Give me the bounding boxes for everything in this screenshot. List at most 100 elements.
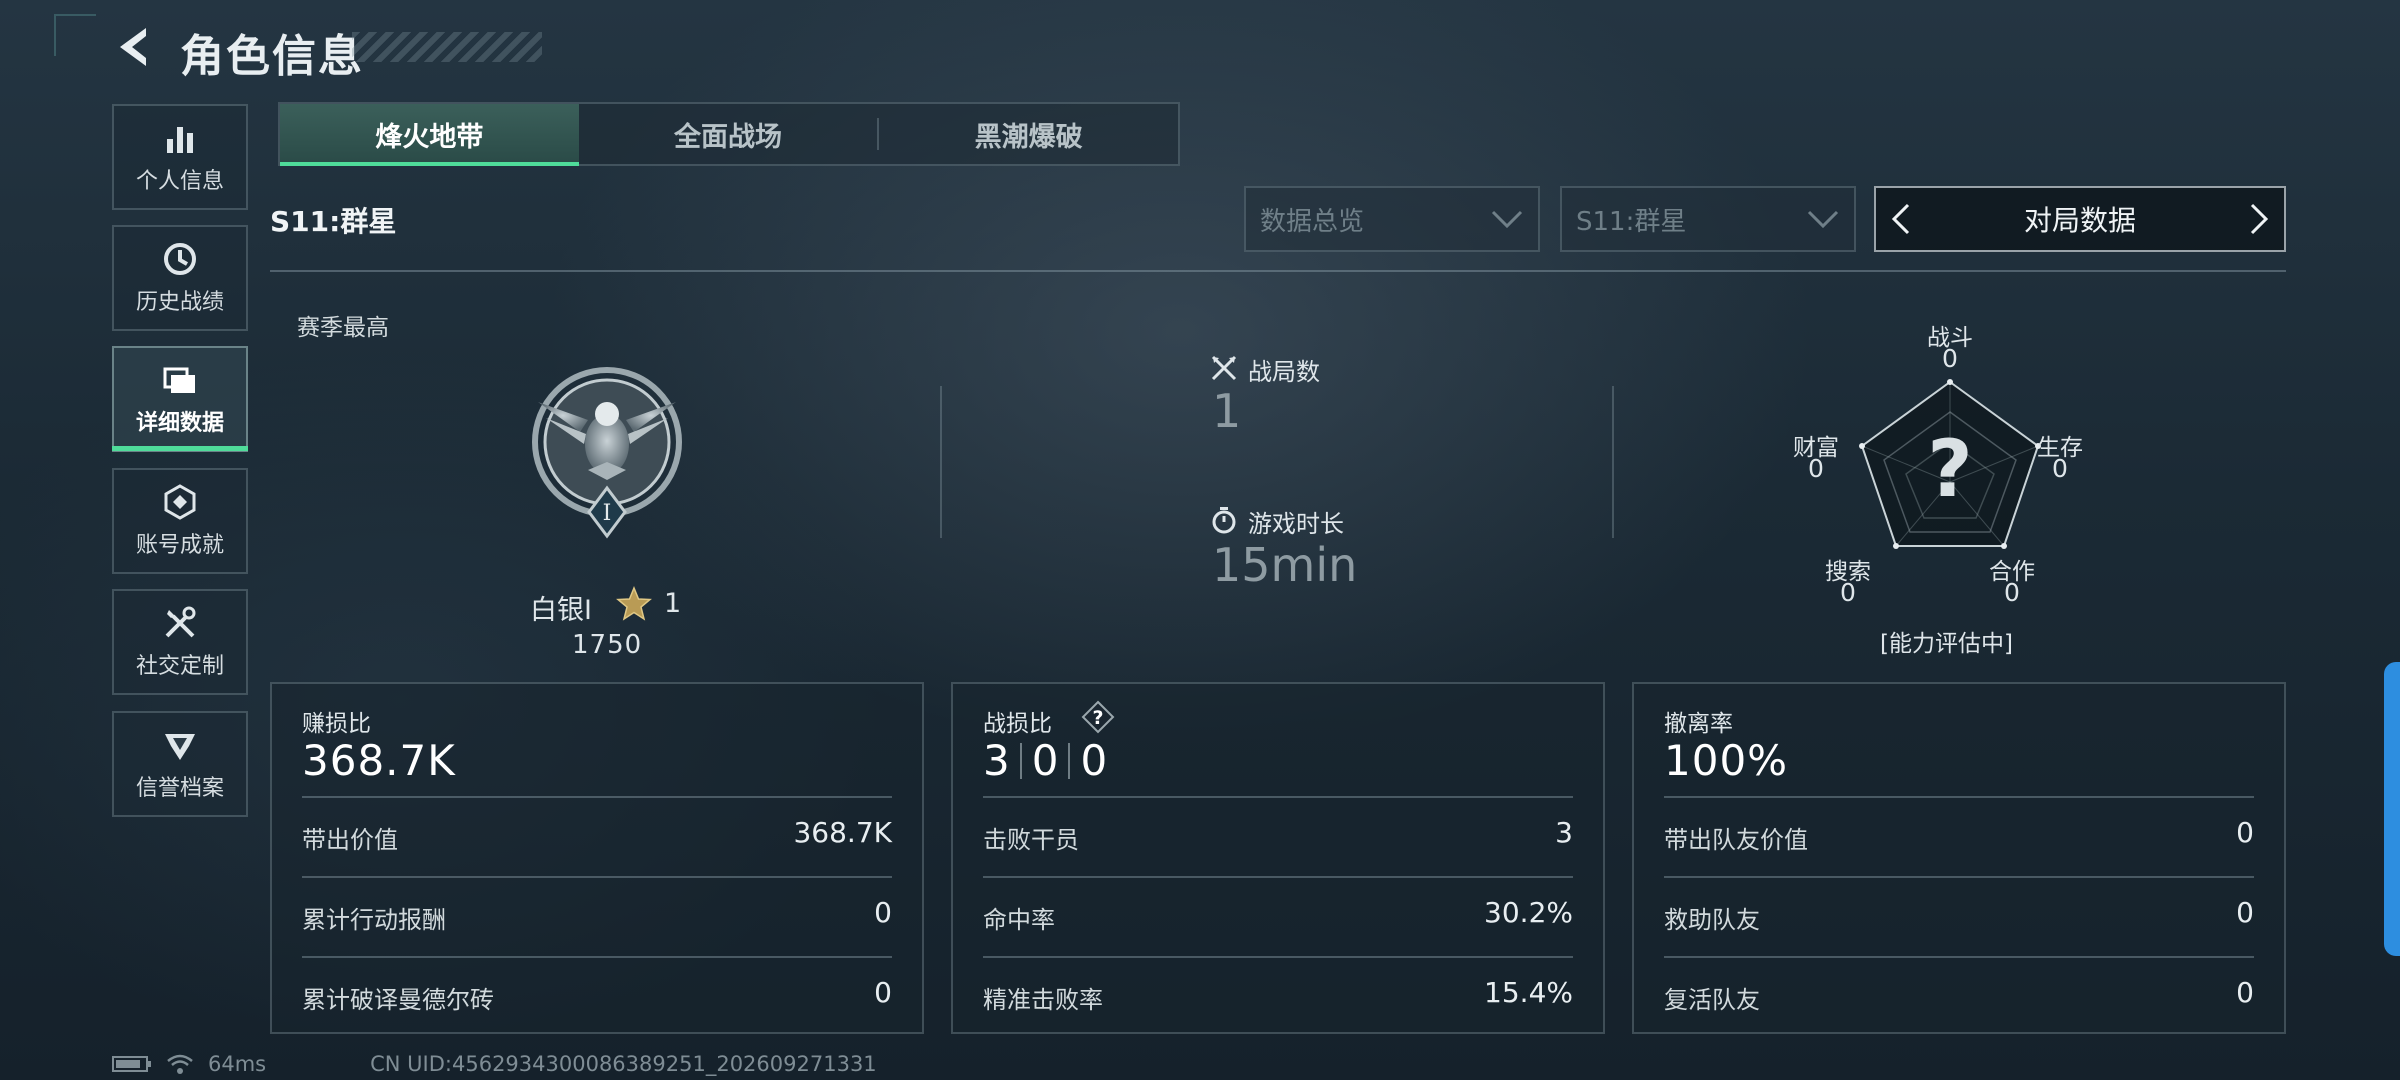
dropdown-value: 数据总览 [1260,206,1365,237]
chevron-right-icon[interactable] [2248,202,2270,236]
overview-dropdown[interactable]: 数据总览 [1244,186,1540,252]
sidebar-item-label: 详细数据 [135,411,224,436]
battery-icon [112,1056,151,1072]
stat-row-label: 带出价值 [302,826,398,854]
tab-fenghuo[interactable]: 烽火地带 [280,104,579,166]
panel-title: 撤离率 [1664,711,1733,737]
kd-assists: 0 [1080,736,1108,785]
chevron-down-icon [1491,210,1523,229]
radar-value-search: 0 [1840,578,1856,607]
help-icon[interactable]: ? [1081,700,1115,734]
stat-row-label: 累计行动报酬 [302,906,446,934]
season-dropdown[interactable]: S11:群星 [1560,186,1856,252]
ability-radar: ? 战斗 0 生存 0 合作 0 搜索 0 财富 0 [1780,312,2120,642]
emblem-icon [165,734,195,760]
sidebar-item-achievements[interactable]: 账号成就 [112,468,248,574]
stat-row-value: 0 [874,976,892,1009]
stat-row-value: 0 [874,896,892,929]
sidebar-item-detail-data[interactable]: 详细数据 [112,346,248,452]
sidebar-active-indicator [112,446,248,451]
tab-black-tide[interactable]: 黑潮爆破 [879,104,1178,164]
season-label: S11:群星 [270,205,397,238]
sidebar-item-label: 个人信息 [135,169,224,194]
panel-main-value: 100% [1664,736,1789,785]
chevron-left-icon[interactable] [1890,202,1912,236]
panel-divider [983,876,1573,878]
sidebar-item-social[interactable]: 社交定制 [112,589,248,695]
section-divider [270,270,2286,272]
stat-row-value: 3 [1555,816,1573,849]
rank-star-count: 1 [664,588,682,619]
stat-row-value: 0 [2236,816,2254,849]
kd-kills: 3 [983,736,1010,785]
data-mode-switch: 对局数据 [1874,186,2286,252]
panel-divider [1664,876,2254,878]
stat-row-label: 带出队友价值 [1664,826,1808,854]
radar-value-cooperation: 0 [2004,578,2020,607]
sidebar-item-personal-info[interactable]: 个人信息 [112,104,248,210]
panel-divider [983,956,1573,958]
achievement-badge-icon [164,484,196,520]
stat-row-label: 命中率 [983,906,1055,934]
radar-status: [能力评估中] [1880,631,2013,657]
stat-row-label: 累计破译曼德尔砖 [302,986,494,1014]
radar-unknown-mark: ? [1927,425,1972,515]
panel-divider [1664,956,2254,958]
sidebar-item-label: 账号成就 [135,533,224,558]
player-uid: CN UID:4562934300086389251_202609271331 [370,1052,877,1076]
star-icon [616,586,652,621]
kd-deaths: 0 [1031,736,1059,785]
profit-panel: 赚损比 368.7K 带出价值 368.7K 累计行动报酬 0 累计破译曼德尔砖… [270,682,924,1034]
rank-numeral: I [603,501,612,526]
page-title: 角色信息 [180,31,364,82]
radar-value-combat: 0 [1942,344,1958,373]
rank-badge-icon: I [532,367,682,539]
status-bar: 64ms CN UID:4562934300086389251_20260927… [112,1052,877,1076]
stat-row-label: 精准击败率 [983,986,1103,1014]
rank-name: 白银I [530,595,592,626]
panel-divider [1664,796,2254,798]
wifi-icon [167,1054,193,1074]
kd-ratio: 3 0 0 [983,736,1107,785]
mode-tabs: 烽火地带 全面战场 黑潮爆破 [278,102,1180,166]
stat-row-value: 0 [2236,976,2254,1009]
tab-full-battlefield[interactable]: 全面战场 [579,104,878,164]
panel-title: 赚损比 [302,711,371,737]
matches-value: 1 [1212,384,1242,438]
stat-row-label: 救助队友 [1664,906,1760,934]
mode-switch-label: 对局数据 [2023,204,2136,237]
folder-icon [163,367,195,393]
stopwatch-icon [1212,507,1236,534]
panel-divider [302,796,892,798]
playtime-label: 游戏时长 [1248,510,1344,538]
extraction-panel: 撤离率 100% 带出队友价值 0 救助队友 0 复活队友 0 [1632,682,2286,1034]
rank-points: 1750 [572,630,643,660]
sidebar-item-history[interactable]: 历史战绩 [112,225,248,331]
stat-row-label: 复活队友 [1664,986,1760,1014]
corner-frame [54,14,96,56]
history-clock-icon [164,243,196,275]
title-decoration [352,32,542,62]
chevron-down-icon [1807,210,1839,229]
stat-row-value: 0 [2236,896,2254,929]
sidebar-item-label: 信誉档案 [135,776,224,801]
svg-text:?: ? [1092,707,1103,729]
stat-row-value: 15.4% [1484,976,1573,1009]
back-button[interactable] [112,24,158,70]
radar-value-survival: 0 [2052,454,2068,483]
panel-divider [302,956,892,958]
panel-divider [302,876,892,878]
radar-value-wealth: 0 [1808,454,1824,483]
sidebar-item-label: 历史战绩 [135,290,224,315]
ping-value: 64ms [208,1052,267,1076]
panel-divider [983,796,1573,798]
panel-main-value: 368.7K [302,736,456,785]
sidebar-item-credit[interactable]: 信誉档案 [112,711,248,817]
side-drawer-handle[interactable] [2384,662,2400,956]
kd-separator [1068,742,1071,779]
back-arrow-icon [120,28,146,66]
matches-label: 战局数 [1248,358,1320,386]
crossed-swords-icon [1211,355,1237,381]
column-divider [940,386,942,538]
dropdown-value: S11:群星 [1576,206,1687,237]
